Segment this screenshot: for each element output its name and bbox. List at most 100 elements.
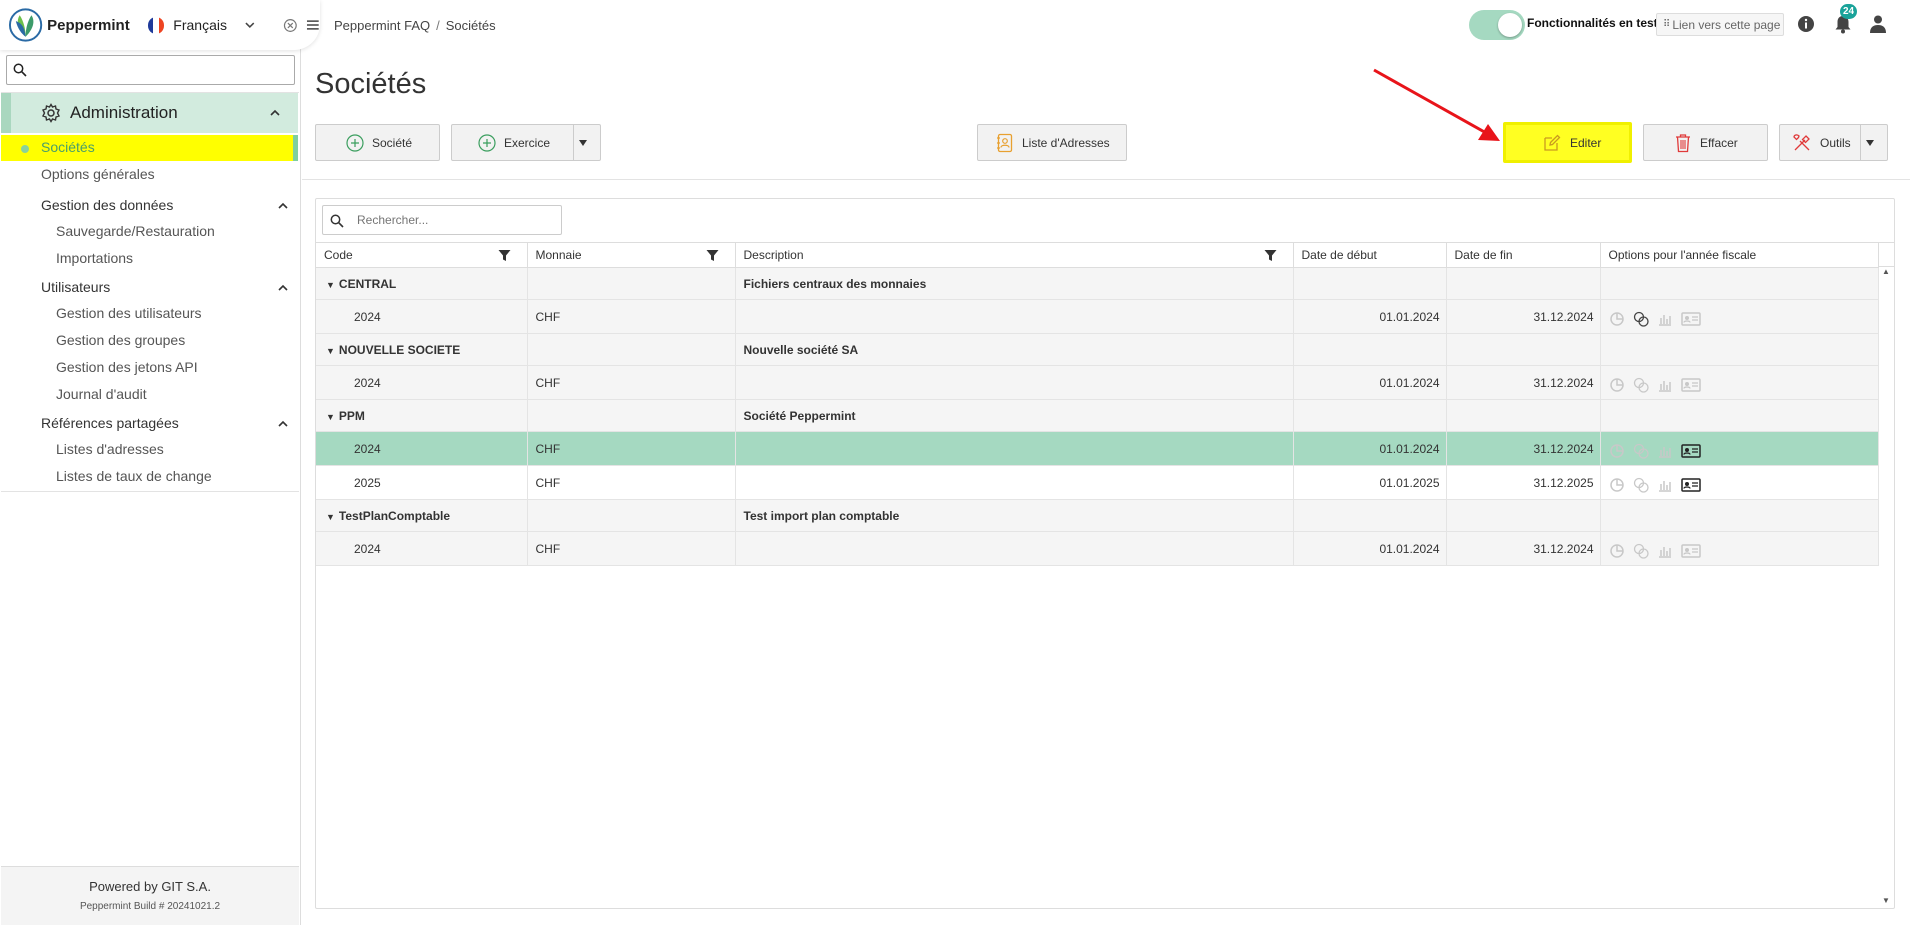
table-row[interactable]: 2024 CHF 01.01.2024 31.12.2024 bbox=[316, 299, 1879, 334]
table-row[interactable]: 2025 CHF 01.01.2025 31.12.2025 bbox=[316, 465, 1879, 500]
filter-icon[interactable] bbox=[706, 249, 719, 262]
page-link-button[interactable]: ⠿ Lien vers cette page bbox=[1656, 13, 1784, 36]
sidebar-item-sauvegarde[interactable]: Sauvegarde/Restauration bbox=[56, 223, 215, 239]
collapse-triangle-icon[interactable]: ▼ bbox=[326, 280, 335, 290]
sidebar-item-taux-change[interactable]: Listes de taux de change bbox=[56, 468, 212, 484]
table-row[interactable]: 2024 CHF 01.01.2024 31.12.2024 bbox=[316, 365, 1879, 400]
grid-search-input[interactable] bbox=[357, 211, 552, 229]
contact-card-icon[interactable] bbox=[1680, 311, 1701, 327]
sidebar-item-jetons-api[interactable]: Gestion des jetons API bbox=[56, 359, 198, 375]
language-selector[interactable]: Français bbox=[173, 17, 227, 33]
bar-chart-icon[interactable] bbox=[1657, 543, 1673, 559]
row-currency: CHF bbox=[527, 531, 736, 566]
tools-button[interactable]: Outils bbox=[1779, 124, 1888, 161]
sidebar-item-gestion-groupes[interactable]: Gestion des groupes bbox=[56, 332, 185, 348]
sidebar-item-listes-adresses[interactable]: Listes d'adresses bbox=[56, 441, 164, 457]
administration-header[interactable]: Administration bbox=[1, 93, 298, 133]
collapse-triangle-icon[interactable]: ▼ bbox=[326, 512, 335, 522]
table-group-row[interactable]: ▼ NOUVELLE SOCIETE Nouvelle société SA bbox=[316, 333, 1879, 366]
feature-toggle[interactable] bbox=[1469, 10, 1525, 40]
pie-chart-icon[interactable] bbox=[1609, 543, 1625, 559]
pie-chart-icon[interactable] bbox=[1609, 477, 1625, 493]
user-icon[interactable] bbox=[1869, 14, 1887, 34]
close-circle-icon[interactable] bbox=[283, 18, 298, 33]
contact-card-icon[interactable] bbox=[1680, 477, 1701, 493]
bar-chart-icon[interactable] bbox=[1657, 311, 1673, 327]
currency-exchange-icon[interactable] bbox=[1633, 543, 1649, 559]
sidebar-footer: Powered by GIT S.A. Peppermint Build # 2… bbox=[1, 866, 299, 925]
sidebar-group-references[interactable]: Références partagées bbox=[41, 415, 179, 431]
group-description: Société Peppermint bbox=[735, 399, 1294, 432]
col-header-date-debut[interactable]: Date de début bbox=[1293, 242, 1447, 268]
table-group-row[interactable]: ▼ PPM Société Peppermint bbox=[316, 399, 1879, 432]
edit-label: Editer bbox=[1570, 135, 1602, 150]
liste-adresses-button[interactable]: Liste d'Adresses bbox=[977, 124, 1127, 161]
currency-exchange-icon[interactable] bbox=[1633, 311, 1649, 327]
sidebar-item-importations[interactable]: Importations bbox=[56, 250, 133, 266]
hamburger-menu-icon[interactable] bbox=[306, 18, 320, 32]
table-row[interactable]: 2024 CHF 01.01.2024 31.12.2024 bbox=[316, 531, 1879, 566]
col-header-monnaie[interactable]: Monnaie bbox=[527, 242, 736, 268]
info-icon[interactable] bbox=[1797, 15, 1815, 33]
grid-search[interactable] bbox=[322, 205, 562, 235]
table-row-selected[interactable]: 2024 CHF 01.01.2024 31.12.2024 bbox=[316, 431, 1879, 466]
edit-button[interactable]: Editer bbox=[1503, 122, 1632, 163]
sidebar-item-gestion-utilisateurs[interactable]: Gestion des utilisateurs bbox=[56, 305, 202, 321]
contact-card-icon[interactable] bbox=[1680, 543, 1701, 559]
scroll-up-icon[interactable]: ▲ bbox=[1882, 267, 1890, 276]
edit-pencil-icon bbox=[1544, 134, 1561, 151]
chevron-up-icon[interactable] bbox=[277, 200, 289, 212]
currency-exchange-icon[interactable] bbox=[1633, 443, 1649, 459]
pie-chart-icon[interactable] bbox=[1609, 377, 1625, 393]
contact-card-icon[interactable] bbox=[1680, 377, 1701, 393]
table-group-row[interactable]: ▼ CENTRAL Fichiers centraux des monnaies bbox=[316, 267, 1879, 300]
bar-chart-icon[interactable] bbox=[1657, 377, 1673, 393]
sidebar-item-societes[interactable]: Sociétés bbox=[1, 135, 298, 161]
scroll-down-icon[interactable]: ▼ bbox=[1882, 896, 1890, 905]
delete-button[interactable]: Effacer bbox=[1643, 124, 1768, 161]
page-title: Sociétés bbox=[315, 68, 427, 100]
collapse-triangle-icon[interactable]: ▼ bbox=[326, 412, 335, 422]
group-code: NOUVELLE SOCIETE bbox=[338, 342, 461, 357]
sidebar-item-options[interactable]: Options générales bbox=[41, 166, 155, 182]
sidebar-group-donnees[interactable]: Gestion des données bbox=[41, 197, 173, 213]
sidebar-search-input[interactable] bbox=[33, 59, 288, 81]
currency-exchange-icon[interactable] bbox=[1633, 477, 1649, 493]
sidebar-search[interactable] bbox=[6, 55, 295, 85]
bar-chart-icon[interactable] bbox=[1657, 477, 1673, 493]
breadcrumb-current: Sociétés bbox=[445, 18, 496, 33]
chevron-up-icon[interactable] bbox=[269, 107, 281, 119]
col-header-label: Monnaie bbox=[535, 248, 582, 262]
chevron-up-icon[interactable] bbox=[277, 282, 289, 294]
table-group-row[interactable]: ▼ TestPlanComptable Test import plan comp… bbox=[316, 499, 1879, 532]
col-header-label: Date de début bbox=[1301, 248, 1377, 262]
currency-exchange-icon[interactable] bbox=[1633, 377, 1649, 393]
tools-dropdown[interactable] bbox=[1860, 125, 1887, 160]
group-code: TestPlanComptable bbox=[338, 508, 451, 523]
collapse-triangle-icon[interactable]: ▼ bbox=[326, 346, 335, 356]
sidebar-group-utilisateurs[interactable]: Utilisateurs bbox=[41, 279, 110, 295]
add-exercice-button[interactable]: Exercice bbox=[451, 124, 601, 161]
col-header-description[interactable]: Description bbox=[735, 242, 1294, 268]
contact-card-icon[interactable] bbox=[1680, 443, 1701, 459]
breadcrumb-root[interactable]: Peppermint FAQ bbox=[334, 18, 430, 33]
administration-label: Administration bbox=[70, 103, 178, 122]
add-societe-button[interactable]: Société bbox=[315, 124, 440, 161]
row-end-date: 31.12.2024 bbox=[1446, 365, 1601, 400]
grid-scrollbar[interactable]: ▲ ▼ bbox=[1878, 267, 1894, 907]
col-header-options[interactable]: Options pour l'année fiscale bbox=[1600, 242, 1879, 268]
peppermint-logo[interactable] bbox=[8, 7, 43, 43]
col-header-code[interactable]: Code bbox=[316, 242, 528, 268]
exercice-dropdown[interactable] bbox=[573, 125, 600, 160]
chevron-down-icon[interactable] bbox=[243, 18, 257, 32]
pie-chart-icon[interactable] bbox=[1609, 311, 1625, 327]
sidebar-item-journal-audit[interactable]: Journal d'audit bbox=[56, 386, 147, 402]
filter-icon[interactable] bbox=[498, 249, 511, 262]
filter-icon[interactable] bbox=[1264, 249, 1277, 262]
bar-chart-icon[interactable] bbox=[1657, 443, 1673, 459]
row-currency: CHF bbox=[527, 431, 736, 466]
col-header-date-fin[interactable]: Date de fin bbox=[1446, 242, 1601, 268]
chevron-up-icon[interactable] bbox=[277, 418, 289, 430]
pie-chart-icon[interactable] bbox=[1609, 443, 1625, 459]
app-header: Peppermint Français bbox=[0, 0, 320, 50]
